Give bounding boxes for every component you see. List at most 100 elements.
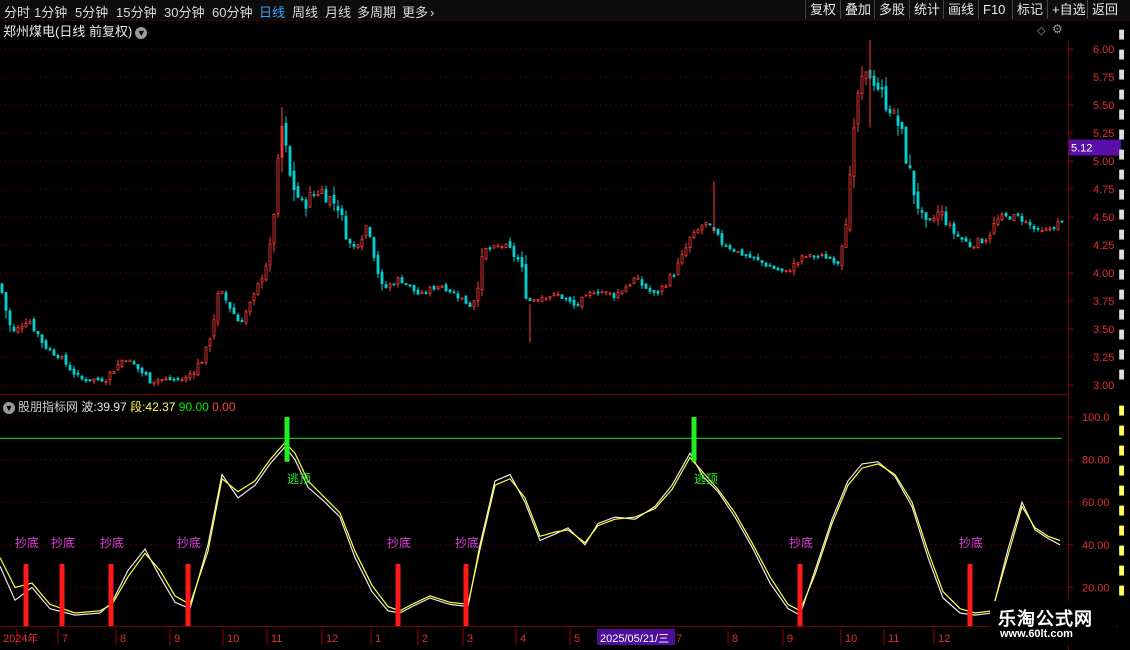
candle-body [604,291,608,294]
sell-signal-label: 逃顶 [287,472,311,486]
candle-body [956,234,960,237]
candle-body [112,371,116,375]
candle-body [700,225,704,231]
candle-body [560,294,564,299]
candle-body [376,254,380,274]
candle-body [268,243,272,266]
duan-value: 42.37 [145,400,176,414]
price-tick-label: 5.00 [1093,156,1114,168]
date-tick-label: 12 [326,633,338,645]
candle-body [200,361,204,364]
candle-body [88,379,92,382]
candle-body [908,165,912,169]
candle-body [912,170,916,196]
candle-body [492,245,496,249]
candle-body [944,211,948,226]
candle-body [132,361,136,365]
candle-body [276,157,280,214]
candle-body [488,247,492,250]
candle-body [408,284,412,287]
candle-body [980,238,984,244]
candle-body [936,211,940,221]
candle-body [416,289,420,295]
date-tick-label: 7 [62,633,68,645]
candle-body [1048,228,1052,230]
price-tick-label: 5.50 [1093,100,1114,112]
date-tick-label: 2 [422,633,428,645]
candle-body [916,191,920,209]
candle-body [116,364,120,371]
candle-body [724,244,728,247]
candle-body [188,373,192,379]
candle-body [564,297,568,300]
candle-body [100,378,104,382]
sell-signal-bar [284,417,290,462]
buy-signal-label: 抄底 [15,535,39,550]
candle-body [996,218,1000,225]
candle-body [764,262,768,267]
candle-body [96,377,100,381]
candle-body [692,231,696,238]
buy-signal-bar [108,563,114,626]
candle-body [64,354,68,365]
candle-body [664,285,668,288]
kline-chart[interactable]: 6.00 5.75 5.50 5.25 5.00 4.75 4.50 4.25 4.00 3.75… [0,0,1130,650]
candle-body [332,194,336,204]
candle-body [708,223,712,226]
buy-signal-bar [185,563,191,626]
buy-signal-label: 抄底 [177,535,201,550]
candle-body [144,371,148,375]
indicator-tick-label: 100.0 [1082,412,1110,424]
candle-body [304,199,308,209]
candle-body [508,241,512,248]
candle-body [444,284,448,292]
candle-body [836,261,840,264]
candle-body [396,277,400,285]
candle-body [324,189,328,203]
candle-body [552,293,556,296]
candle-body [36,331,40,335]
candle-body [644,283,648,289]
candle-body [308,191,312,208]
date-tick-label: 2024年 [3,631,38,645]
candle-body [128,359,132,363]
candle-body [704,222,708,226]
date-tick-label: 10 [845,633,857,645]
candle-body [404,283,408,285]
candle-body [156,379,160,383]
candle-body [1000,213,1004,220]
date-tick-label: 11 [271,633,282,645]
candle-body [336,206,340,211]
date-tick-label: 7 [676,633,682,645]
candle-body [760,260,764,263]
candle-body [652,290,656,293]
buy-signal-label: 抄底 [51,535,75,550]
candle-body [72,368,76,375]
candle-body [840,245,844,267]
candle-body [1044,228,1048,231]
candle-body [632,277,636,284]
candle-body [876,82,880,90]
candle-body [588,292,592,297]
candle-body [672,274,676,277]
watermark-url: www.60lt.com [1000,628,1073,640]
indicator-tick-label: 40.00 [1082,540,1110,552]
candle-body [828,256,832,259]
candle-body [572,299,576,306]
indicator-tick-label: 80.00 [1082,455,1110,467]
side-panel-stub-lower: ▮ ▮ ▮ ▮ ▮ ▮ ▮ ▮ ▮ ▮ [1118,402,1126,597]
candle-body [248,302,252,313]
candle-body [20,325,24,330]
candle-body [808,254,812,257]
candle-body [576,303,580,306]
candle-body [1020,216,1024,222]
candle-body [1024,220,1028,223]
buy-signal-bar [463,563,469,626]
sell-signal-label: 逃顶 [694,472,718,486]
candle-body [940,210,944,215]
price-tick-label: 4.25 [1093,240,1114,252]
candle-body [92,378,96,382]
candle-body [688,236,692,248]
candle-body [860,75,864,94]
chevron-down-circle-icon[interactable]: ▼ [3,401,15,414]
